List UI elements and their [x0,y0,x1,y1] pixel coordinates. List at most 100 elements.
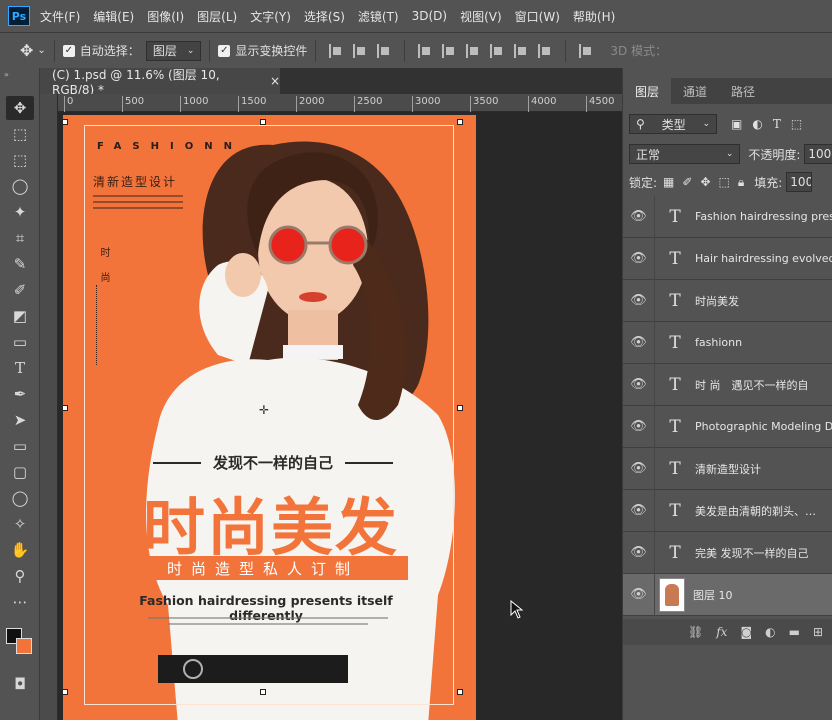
layer-filter-dropdown[interactable]: ⚲ 类型 ⌄ [629,114,717,134]
align-bottom-icon[interactable] [377,43,391,58]
distribute-vcenter-icon[interactable] [442,43,456,58]
brush-tool-icon[interactable]: ✐ [6,278,34,302]
filter-pixel-icon[interactable]: ▣ [731,117,742,131]
distribute-hcenter-icon[interactable] [514,43,528,58]
tab-paths[interactable]: 路径 [719,78,767,104]
pen-tool-icon[interactable]: ✒ [6,382,34,406]
lock-position-icon[interactable]: ✥ [700,175,710,189]
lock-artboard-icon[interactable]: ⬚ [719,175,730,189]
blend-mode-dropdown[interactable]: 正常 ⌄ [629,144,741,164]
eye-icon[interactable]: 👁︎ [623,195,655,238]
chevron-down-icon[interactable]: ⌄ [37,45,45,56]
tab-layers[interactable]: 图层 [623,78,672,104]
layer-row[interactable]: 👁︎ T Fashion hairdressing pres… [623,195,832,238]
gradient-tool-icon[interactable]: ▭ [6,330,34,354]
menu-help[interactable]: 帮助(H) [573,8,615,25]
menu-edit[interactable]: 编辑(E) [93,8,134,25]
lock-paint-icon[interactable]: ✐ [682,175,692,189]
transform-handle[interactable] [63,405,68,411]
fill-input[interactable]: 100 [786,172,813,192]
eye-icon[interactable]: 👁︎ [623,279,655,322]
transform-handle[interactable] [63,119,68,125]
auto-select-checkbox[interactable]: ✓ [62,44,75,57]
quick-mask-icon[interactable]: ◘ [6,672,34,696]
transform-handle[interactable] [457,405,463,411]
rectangle-tool-icon[interactable]: ▭ [6,434,34,458]
transform-handle[interactable] [457,119,463,125]
distribute-right-icon[interactable] [538,43,552,58]
auto-align-icon[interactable] [579,43,593,58]
crop-tool-icon[interactable]: ⌗ [6,226,34,250]
menu-3d[interactable]: 3D(D) [412,9,447,23]
poster-canvas[interactable]: FASHIONN 清新造型设计 时 尚 发现不一样的自己 时尚美发 时尚造型私人… [63,115,476,720]
eyedropper-tool-icon[interactable]: ✎ [6,252,34,276]
layer-row[interactable]: 👁︎ T Hair hairdressing evolved [623,237,832,280]
eye-icon[interactable]: 👁︎ [623,447,655,490]
menu-filter[interactable]: 滤镜(T) [358,8,399,25]
filter-type-icon[interactable]: T [773,117,781,131]
collapse-icon[interactable]: » [4,70,9,79]
show-transform-checkbox[interactable]: ✓ [218,44,231,57]
background-color-swatch[interactable] [16,638,32,654]
add-mask-icon[interactable]: ◙ [740,625,752,639]
menu-window[interactable]: 窗口(W) [515,8,560,25]
layer-row[interactable]: 👁︎ T 清新造型设计 [623,447,832,490]
eye-icon[interactable]: 👁︎ [623,405,655,448]
eye-icon[interactable]: 👁︎ [623,531,655,574]
lock-pixels-icon[interactable]: ▦ [663,175,674,189]
filter-shape-icon[interactable]: ⬚ [791,117,802,131]
eye-icon[interactable]: 👁︎ [623,237,655,280]
menu-select[interactable]: 选择(S) [304,8,345,25]
layer-row[interactable]: 👁︎ T Photographic Modeling De [623,405,832,448]
menu-image[interactable]: 图像(I) [147,8,184,25]
distribute-top-icon[interactable] [418,43,432,58]
layer-row[interactable]: 👁︎ T 完美 发现不一样的自己 [623,531,832,574]
menu-file[interactable]: 文件(F) [40,8,80,25]
path-select-tool-icon[interactable]: ➤ [6,408,34,432]
layer-row[interactable]: 👁︎ T 时尚美发 [623,279,832,322]
eye-icon[interactable]: 👁︎ [623,321,655,364]
custom-shape-tool-icon[interactable]: ✧ [6,512,34,536]
ellipse-tool-icon[interactable]: ◯ [6,486,34,510]
close-icon[interactable]: × [270,74,280,88]
zoom-tool-icon[interactable]: ⚲ [6,564,34,588]
transform-handle[interactable] [260,689,266,695]
new-layer-icon[interactable]: ⊞ [813,625,823,639]
hand-tool-icon[interactable]: ✋ [6,538,34,562]
move-tool-icon[interactable]: ✥ [20,41,33,60]
auto-select-dropdown[interactable]: 图层 ⌄ [145,40,202,61]
transform-handle[interactable] [63,689,68,695]
transform-center-icon[interactable]: ✛ [259,403,269,417]
rounded-rect-tool-icon[interactable]: ▢ [6,460,34,484]
more-tools-icon[interactable]: ⋯ [6,590,34,614]
artboard-tool-icon[interactable]: ⬚ [6,122,34,146]
marquee-tool-icon[interactable]: ⬚ [6,148,34,172]
layer-row[interactable]: 👁︎ T fashionn [623,321,832,364]
distribute-left-icon[interactable] [490,43,504,58]
fx-icon[interactable]: fx [716,625,727,639]
adjustment-layer-icon[interactable]: ◐ [765,625,775,639]
lock-all-icon[interactable]: 🔒︎ [738,175,744,190]
transform-handle[interactable] [260,119,266,125]
document-tab[interactable]: (C) 1.psd @ 11.6% (图层 10, RGB/8) * × [40,68,280,97]
align-vcenter-icon[interactable] [353,43,367,58]
menu-view[interactable]: 视图(V) [460,8,502,25]
opacity-input[interactable]: 100 [804,144,832,164]
link-layers-icon[interactable]: ⛓ [688,625,703,639]
eye-icon[interactable]: 👁︎ [623,489,655,532]
magic-wand-tool-icon[interactable]: ✦ [6,200,34,224]
move-tool-icon[interactable]: ✥ [6,96,34,120]
new-group-icon[interactable]: ▬ [789,625,800,639]
filter-adjustment-icon[interactable]: ◐ [752,117,762,131]
menu-type[interactable]: 文字(Y) [250,8,291,25]
layer-row[interactable]: 👁︎ T 时 尚 遇见不一样的自 [623,363,832,406]
eraser-tool-icon[interactable]: ◩ [6,304,34,328]
distribute-bottom-icon[interactable] [466,43,480,58]
layer-row-selected[interactable]: 👁︎ 图层 10 [623,573,832,616]
lasso-tool-icon[interactable]: ◯ [6,174,34,198]
tab-channels[interactable]: 通道 [671,78,719,104]
eye-icon[interactable]: 👁︎ [623,573,655,616]
type-tool-icon[interactable]: T [6,356,34,380]
eye-icon[interactable]: 👁︎ [623,363,655,406]
transform-handle[interactable] [457,689,463,695]
